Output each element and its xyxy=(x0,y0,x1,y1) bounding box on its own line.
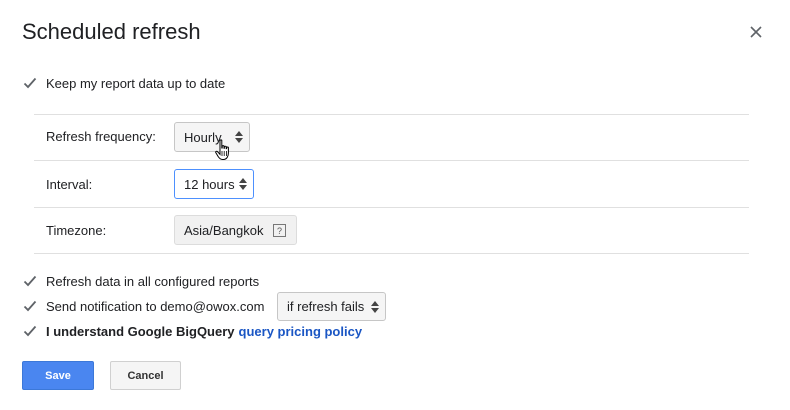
divider xyxy=(34,207,749,208)
keep-up-to-date-checkbox[interactable]: Keep my report data up to date xyxy=(22,73,225,93)
up-down-arrows-icon xyxy=(371,301,379,313)
interval-label: Interval: xyxy=(46,177,93,192)
frequency-value: Hourly xyxy=(184,129,222,145)
checkmark-icon xyxy=(22,323,38,339)
timezone-value: Asia/Bangkok xyxy=(184,222,264,238)
interval-select[interactable]: 12 hours xyxy=(174,169,254,199)
frequency-select[interactable]: Hourly xyxy=(174,122,250,152)
checkmark-icon xyxy=(22,75,38,91)
frequency-label: Refresh frequency: xyxy=(46,129,156,144)
refresh-all-label: Refresh data in all configured reports xyxy=(46,273,260,289)
help-icon[interactable]: ? xyxy=(273,224,286,237)
close-icon xyxy=(750,26,762,38)
up-down-arrows-icon xyxy=(239,178,247,190)
refresh-all-checkbox[interactable]: Refresh data in all configured reports xyxy=(22,271,259,291)
send-notification-label: Send notification to demo@owox.com xyxy=(46,298,265,314)
notify-when-select[interactable]: if refresh fails xyxy=(277,292,386,321)
divider xyxy=(34,160,749,161)
divider xyxy=(34,114,749,115)
cancel-button[interactable]: Cancel xyxy=(110,361,181,390)
save-button[interactable]: Save xyxy=(22,361,94,390)
notify-when-value: if refresh fails xyxy=(287,299,365,314)
interval-value: 12 hours xyxy=(184,176,235,192)
timezone-label: Timezone: xyxy=(46,223,107,238)
pricing-policy-link[interactable]: query pricing policy xyxy=(239,324,363,339)
checkmark-icon xyxy=(22,273,38,289)
close-button[interactable] xyxy=(746,22,766,42)
svg-text:?: ? xyxy=(277,226,282,236)
divider xyxy=(34,253,749,254)
dialog-title: Scheduled refresh xyxy=(22,19,201,44)
understand-pricing-checkbox[interactable]: I understand Google BigQuery query prici… xyxy=(22,321,362,341)
timezone-field: Asia/Bangkok ? xyxy=(174,215,297,245)
send-notification-checkbox[interactable]: Send notification to demo@owox.com xyxy=(22,296,264,316)
understand-pricing-label: I understand Google BigQuery xyxy=(46,323,235,339)
checkmark-icon xyxy=(22,298,38,314)
up-down-arrows-icon xyxy=(235,131,243,143)
keep-up-to-date-label: Keep my report data up to date xyxy=(46,75,226,91)
